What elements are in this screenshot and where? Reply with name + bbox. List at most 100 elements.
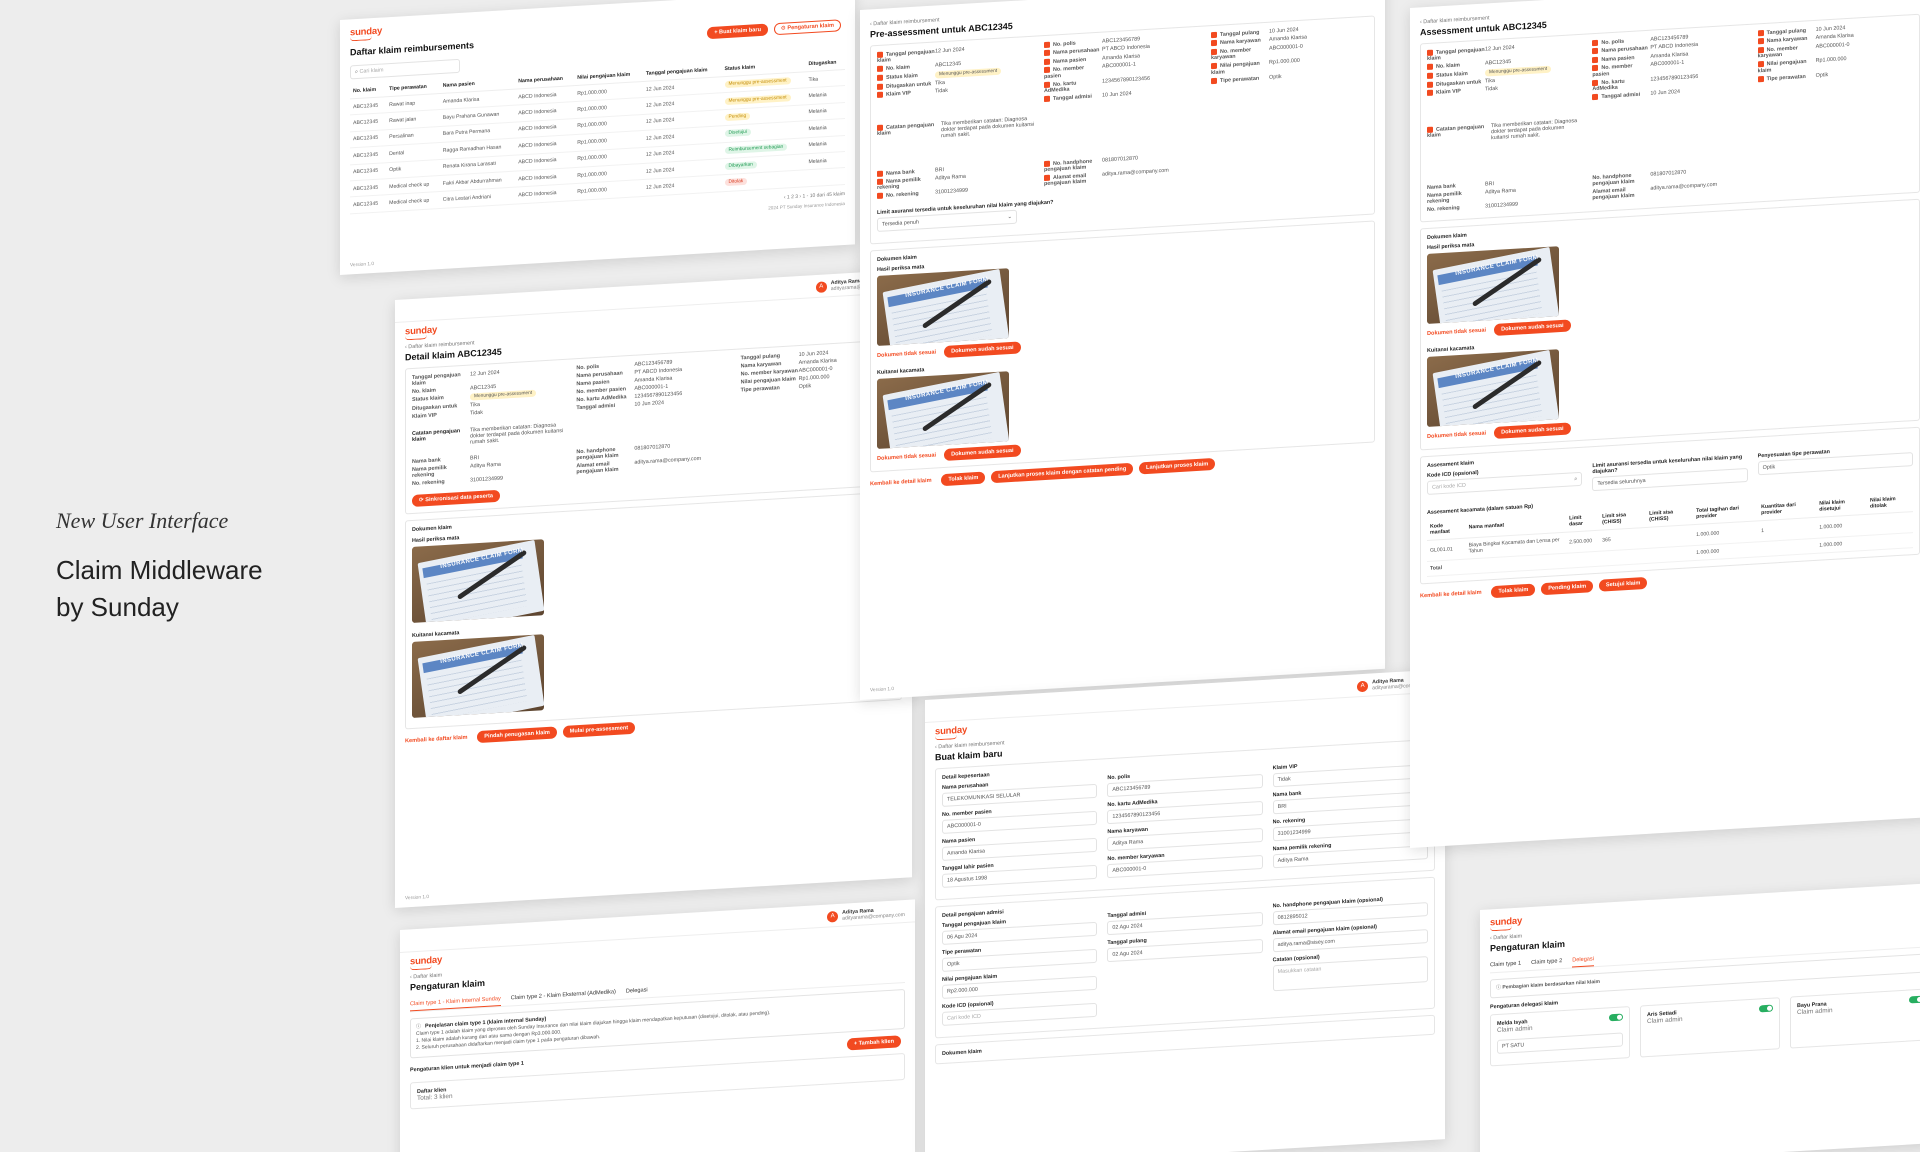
tab-claim-type-1[interactable]: Claim type 1 (1490, 958, 1521, 973)
checkbox-icon[interactable] (1044, 58, 1050, 65)
field-label: Alamat email pengajuan klaim (1592, 185, 1650, 201)
checkbox-icon[interactable] (1427, 49, 1433, 56)
client-settings-title: Pengaturan klien untuk menjadi claim typ… (410, 1060, 524, 1074)
checkbox-icon[interactable] (1044, 50, 1050, 57)
checkbox-icon[interactable] (877, 51, 883, 58)
checkbox-icon[interactable] (1427, 64, 1433, 71)
checkbox-icon[interactable] (1211, 31, 1217, 39)
doc2-mismatch-button[interactable]: Dokumen tidak sesuai (877, 452, 936, 462)
checkbox-icon[interactable] (1044, 41, 1050, 49)
checkbox-icon[interactable] (877, 66, 883, 73)
checkbox-icon[interactable] (1592, 56, 1599, 64)
avatar: A (827, 910, 839, 923)
tab-claim-type-2[interactable]: Claim type 2 - Klaim Eksternal (AdMedika… (511, 986, 616, 1005)
rejected-value[interactable] (1867, 511, 1913, 536)
claim-settings-button[interactable]: ⚙ Pengaturan klaim (773, 19, 841, 36)
checkbox-icon[interactable] (1757, 61, 1764, 68)
checkbox-icon[interactable] (1044, 66, 1050, 74)
doc2-match-button[interactable]: Dokumen sudah sesuai (1494, 421, 1571, 439)
back-to-detail-button[interactable]: Kembali ke detail klaim (1420, 590, 1482, 600)
table-cell: ABCD Indonesia (515, 183, 575, 204)
delegate-toggle[interactable] (1759, 1004, 1773, 1013)
checkbox-icon[interactable] (877, 83, 883, 90)
checkbox-icon[interactable] (877, 178, 883, 185)
checkbox-icon[interactable] (1044, 160, 1050, 167)
pending-claim-button[interactable]: Pending klaim (1541, 580, 1594, 596)
reject-claim-button[interactable]: Tolak klaim (1491, 583, 1536, 599)
checkbox-icon[interactable] (877, 124, 883, 131)
field-label-text: Alamat email pengajuan klaim (1592, 186, 1635, 201)
tab-claim-type-2[interactable]: Claim type 2 (1531, 955, 1562, 970)
checkbox-icon[interactable] (1211, 63, 1217, 70)
continue-claim-button[interactable]: Lanjutkan proses klaim (1139, 457, 1216, 475)
checkbox-icon[interactable] (1592, 48, 1599, 55)
checkbox-icon[interactable] (1211, 48, 1217, 55)
checkbox-icon[interactable] (1427, 81, 1433, 88)
field-label: Tanggal pengajuan klaim (1427, 47, 1485, 62)
checkbox-icon[interactable] (877, 74, 883, 81)
checkbox-icon[interactable] (1044, 81, 1050, 88)
checkbox-icon[interactable] (1592, 79, 1599, 86)
checkbox-icon[interactable] (1044, 174, 1050, 182)
glasses-receipt-document-image[interactable]: INSURANCE CLAIM FORM (412, 634, 544, 718)
checkbox-icon[interactable] (1211, 40, 1217, 47)
checkbox-icon[interactable] (1211, 77, 1217, 84)
doc1-mismatch-button[interactable]: Dokumen tidak sesuai (1427, 327, 1486, 337)
checkbox-icon[interactable] (1757, 29, 1764, 37)
sync-data-button[interactable]: ⟳ Sinkronisasi data peserta (412, 489, 501, 507)
checkbox-icon[interactable] (1592, 39, 1599, 47)
checkbox-icon[interactable] (1427, 89, 1433, 97)
eye-exam-document-image[interactable]: INSURANCE CLAIM FORM (1427, 245, 1559, 324)
company-field[interactable]: PT SATU (1497, 1032, 1623, 1054)
checkbox-icon[interactable] (1427, 126, 1433, 133)
field-label: Klaim VIP (412, 411, 470, 420)
delegate-toggle[interactable] (1909, 995, 1920, 1004)
field-label: No. handphone pengajuan klaim (576, 446, 634, 461)
checkbox-icon[interactable] (1044, 95, 1050, 103)
check-column-2: No. polis ABC123456789 Nama perusahaan PT A… (1044, 33, 1201, 105)
field-label: Nilai pengajuan klaim (1211, 60, 1269, 76)
new-claim-button[interactable]: + Buat klaim baru (707, 23, 768, 40)
doc1-match-button[interactable]: Dokumen sudah sesuai (1494, 318, 1571, 336)
checkbox-icon[interactable] (1757, 46, 1764, 54)
checkbox-icon[interactable] (877, 170, 883, 177)
tab-claim-type-1[interactable]: Claim type 1 - Klaim Internal Sunday (410, 993, 501, 1012)
claim-settings-label: Pengaturan klaim (787, 22, 834, 32)
eye-exam-document-image[interactable]: INSURANCE CLAIM FORM (412, 539, 544, 623)
assessment-info-card: Tanggal pengajuan klaim 12 Jun 2024 No. kl… (1420, 13, 1920, 222)
move-assignment-button[interactable]: Pindah penugasan klaim (477, 726, 557, 744)
doc2-match-button[interactable]: Dokumen sudah sesuai (944, 444, 1021, 461)
doc1-mismatch-button[interactable]: Dokumen tidak sesuai (877, 349, 936, 359)
field-label-text: Nama karyawan (740, 361, 782, 370)
doc2-mismatch-button[interactable]: Dokumen tidak sesuai (1427, 430, 1486, 440)
back-to-list-button[interactable]: Kembali ke daftar klaim (405, 735, 468, 745)
delegate-toggle[interactable] (1609, 1013, 1623, 1022)
eye-exam-document-image[interactable]: INSURANCE CLAIM FORM (877, 267, 1009, 346)
glasses-receipt-document-image[interactable]: INSURANCE CLAIM FORM (877, 370, 1009, 449)
checkbox-icon[interactable] (1757, 38, 1764, 45)
tab-delegation[interactable]: Delegasi (1572, 953, 1594, 968)
start-preassessment-button[interactable]: Mulai pre-assessment (562, 721, 636, 739)
avatar: A (815, 280, 827, 293)
approve-claim-button[interactable]: Setujui klaim (1598, 577, 1648, 593)
checkbox-icon[interactable] (1427, 72, 1433, 79)
field-label-text: Nama pemilik rekening (412, 464, 447, 479)
approved-value[interactable]: 1.000.000 (1816, 513, 1867, 539)
add-client-button[interactable]: + Tambah klien (846, 1035, 901, 1051)
checkbox-icon[interactable] (877, 91, 883, 99)
doc1-match-button[interactable]: Dokumen sudah sesuai (944, 341, 1021, 358)
checkbox-icon[interactable] (1592, 93, 1599, 101)
field-label: Nama pemilik rekening (412, 464, 470, 479)
sync-data-label: Sinkronisasi data peserta (425, 493, 494, 504)
reject-claim-button[interactable]: Tolak klaim (941, 471, 986, 486)
tab-delegation[interactable]: Delegasi (626, 984, 648, 998)
back-to-detail-button[interactable]: Kembali ke detail klaim (870, 478, 932, 488)
field-label-text: Nilai pengajuan klaim (1211, 60, 1260, 76)
glasses-receipt-document-image[interactable]: INSURANCE CLAIM FORM (1427, 348, 1559, 427)
checkbox-icon[interactable] (1592, 65, 1599, 72)
checkbox-icon[interactable] (877, 193, 883, 200)
field-label-text: No. polis (1601, 38, 1625, 47)
field-label-text: Tanggal pulang (1766, 27, 1807, 37)
continue-pending-button[interactable]: Lanjutkan proses klaim dengan catatan pe… (991, 462, 1134, 484)
checkbox-icon[interactable] (1757, 75, 1764, 83)
